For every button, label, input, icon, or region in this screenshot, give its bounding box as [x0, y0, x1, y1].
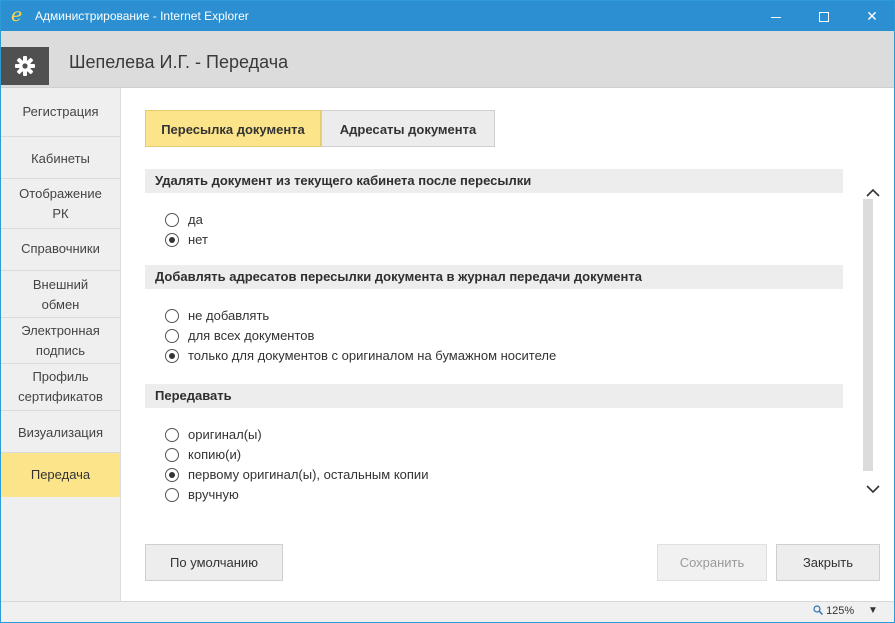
default-button[interactable]: По умолчанию [145, 544, 283, 581]
radio-button[interactable] [165, 349, 179, 363]
zoom-value: 125% [826, 605, 855, 617]
minimize-button[interactable] [753, 1, 799, 31]
sidebar-item-label: Внешний [32, 277, 89, 292]
sidebar-item-label: сертификатов [18, 389, 103, 404]
scroll-down-button[interactable] [861, 477, 885, 501]
chevron-down-icon [866, 485, 880, 494]
radio-label: для всех документов [188, 328, 315, 343]
radio-label: оригинал(ы) [188, 427, 262, 442]
sidebar-item-label: обмен [41, 297, 80, 312]
app-header: Шепелева И.Г. - Передача [1, 31, 894, 88]
window-title: Администрирование - Internet Explorer [35, 9, 249, 23]
close-icon: ✕ [866, 8, 878, 24]
sidebar-item-label: подпись [35, 343, 86, 358]
status-bar: 125% ▼ [1, 601, 894, 622]
sidebar-item-cabinets[interactable]: Кабинеты [1, 149, 120, 169]
radio-button[interactable] [165, 233, 179, 247]
close-window-button[interactable]: ✕ [849, 1, 895, 31]
radio-button[interactable] [165, 428, 179, 442]
radio-label: да [188, 212, 203, 227]
sidebar-item-visualization[interactable]: Визуализация [1, 423, 120, 443]
zoom-dropdown-icon[interactable]: ▼ [868, 605, 878, 616]
radio-label: не добавлять [188, 308, 270, 323]
sidebar-item-label: Электронная [21, 323, 100, 338]
zoom-icon [813, 605, 823, 615]
sidebar-divider [1, 178, 120, 179]
settings-button[interactable] [1, 47, 49, 85]
sidebar-divider [1, 317, 120, 318]
title-bar: e Администрирование - Internet Explorer … [1, 1, 894, 31]
gear-icon [15, 56, 35, 76]
sidebar-item-certificate-profile[interactable]: Профиль сертификатов [1, 367, 120, 407]
radio-label: первому оригинал(ы), остальным копии [188, 467, 429, 482]
tab-document-forwarding[interactable]: Пересылка документа [145, 110, 321, 147]
radio-button[interactable] [165, 309, 179, 323]
sidebar-divider [1, 270, 120, 271]
radio-button[interactable] [165, 448, 179, 462]
chevron-up-icon [866, 188, 880, 197]
section-title: Передавать [145, 384, 843, 408]
page-title: Шепелева И.Г. - Передача [69, 52, 289, 72]
sidebar-item-display-rk[interactable]: Отображение РК [1, 184, 120, 224]
minimize-icon [771, 16, 781, 18]
sidebar-item-external-exchange[interactable]: Внешний обмен [1, 275, 120, 315]
vertical-scrollbar[interactable] [861, 169, 885, 509]
browser-window: e Администрирование - Internet Explorer … [0, 0, 895, 623]
sidebar-item-transfer[interactable]: Передача [1, 453, 120, 497]
sidebar-item-label: Профиль [32, 369, 89, 384]
radio-button[interactable] [165, 488, 179, 502]
sidebar-divider [1, 136, 120, 137]
radio-label: нет [188, 232, 208, 247]
radio-label: только для документов с оригиналом на бу… [188, 348, 557, 363]
section-title: Добавлять адресатов пересылки документа … [145, 265, 843, 289]
radio-button[interactable] [165, 329, 179, 343]
sidebar-item-label: Отображение [19, 186, 102, 201]
radio-button[interactable] [165, 213, 179, 227]
radio-button[interactable] [165, 468, 179, 482]
save-button[interactable]: Сохранить [657, 544, 767, 581]
sidebar-divider [1, 363, 120, 364]
sidebar-divider [1, 410, 120, 411]
zoom-level[interactable]: 125% [813, 605, 854, 617]
maximize-icon [819, 12, 829, 23]
scroll-thumb[interactable] [863, 199, 873, 471]
close-button[interactable]: Закрыть [776, 544, 880, 581]
sidebar-item-label: РК [52, 206, 69, 221]
sidebar: Регистрация Кабинеты Отображение РК Спра… [1, 88, 121, 601]
sidebar-item-electronic-signature[interactable]: Электронная подпись [1, 321, 120, 361]
section-title: Удалять документ из текущего кабинета по… [145, 169, 843, 193]
internet-explorer-icon: e [11, 4, 23, 26]
sidebar-divider [1, 228, 120, 229]
sidebar-item-directories[interactable]: Справочники [1, 239, 120, 259]
radio-label: копию(и) [188, 447, 242, 462]
maximize-button[interactable] [801, 1, 847, 31]
sidebar-item-registration[interactable]: Регистрация [1, 102, 120, 122]
tab-document-recipients[interactable]: Адресаты документа [321, 110, 495, 147]
radio-label: вручную [188, 487, 239, 502]
